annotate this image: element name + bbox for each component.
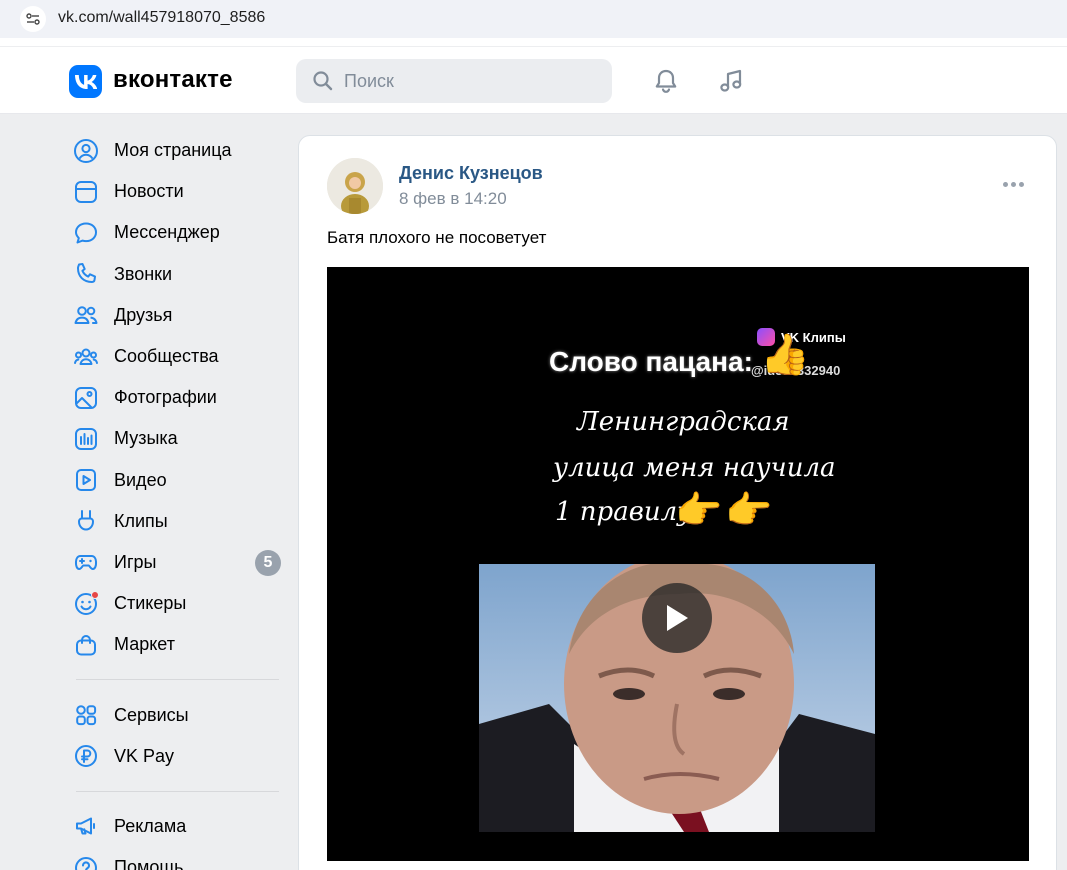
post-date[interactable]: 8 фев в 14:20 xyxy=(399,189,507,209)
search-box[interactable] xyxy=(296,59,612,103)
address-pill[interactable]: vk.com/wall457918070_8586 xyxy=(0,0,1067,38)
logo-text[interactable]: вконтакте xyxy=(113,66,233,94)
messenger-icon xyxy=(72,219,100,247)
profile-icon xyxy=(72,137,100,165)
games-icon xyxy=(72,548,100,576)
post-more-menu-icon[interactable] xyxy=(1003,182,1024,187)
sidebar-item-photos[interactable]: Фотографии xyxy=(70,377,285,418)
games-count-badge: 5 xyxy=(255,549,281,576)
sidebar-item-video[interactable]: Видео xyxy=(70,460,285,501)
sidebar-item-label: Звонки xyxy=(114,263,173,284)
phone-icon xyxy=(72,260,100,288)
sidebar-item-clips[interactable]: Клипы xyxy=(70,501,285,542)
sidebar-item-label: Друзья xyxy=(114,304,173,325)
sidebar-item-label: Мессенджер xyxy=(114,222,220,243)
address-url[interactable]: vk.com/wall457918070_8586 xyxy=(58,9,265,27)
notifications-bell-icon[interactable] xyxy=(650,65,682,97)
sidebar-item-calls[interactable]: Звонки xyxy=(70,254,285,295)
browser-address-bar: vk.com/wall457918070_8586 xyxy=(0,0,1067,46)
sidebar-item-label: Маркет xyxy=(114,634,175,655)
pointing-hand-icon: 👉 xyxy=(675,490,723,532)
sidebar-divider xyxy=(76,790,279,792)
sidebar-item-label: Реклама xyxy=(114,815,187,836)
communities-icon xyxy=(72,343,100,371)
video-headline: Слово пацана: xyxy=(549,346,753,377)
friends-icon xyxy=(72,301,100,329)
sidebar-item-news[interactable]: Новости xyxy=(70,171,285,212)
play-button-icon[interactable] xyxy=(642,583,712,653)
services-icon xyxy=(72,701,100,729)
video-caption-line-1: Ленинградская xyxy=(577,407,790,437)
sidebar-item-label: Видео xyxy=(114,469,167,490)
sidebar-item-messenger[interactable]: Мессенджер xyxy=(70,212,285,253)
thumbs-up-emoji-icon: 👍 xyxy=(760,333,810,377)
search-icon xyxy=(312,70,334,97)
sidebar-item-vk-pay[interactable]: VK Pay xyxy=(70,736,285,777)
left-sidebar: Моя страница Новости Мессенджер Звонки Д… xyxy=(70,130,285,870)
video-caption-line-2: улица меня научила xyxy=(553,453,836,483)
video-caption-line-3: 1 правилу xyxy=(555,497,693,527)
sidebar-item-music[interactable]: Музыка xyxy=(70,418,285,459)
ads-icon xyxy=(72,812,100,840)
music-note-icon[interactable] xyxy=(715,65,747,97)
sidebar-item-label: Новости xyxy=(114,181,184,202)
video-icon xyxy=(72,466,100,494)
sidebar-item-label: Игры xyxy=(114,551,157,572)
help-icon xyxy=(72,854,100,870)
clips-icon xyxy=(72,507,100,535)
sidebar-item-label: Сообщества xyxy=(114,346,219,367)
sidebar-item-market[interactable]: Маркет xyxy=(70,624,285,665)
vkpay-icon xyxy=(72,742,100,770)
author-avatar[interactable] xyxy=(327,158,383,214)
search-input[interactable] xyxy=(344,59,594,103)
sidebar-item-label: Помощь xyxy=(114,857,184,870)
sidebar-item-stickers[interactable]: Стикеры xyxy=(70,583,285,624)
stickers-icon xyxy=(72,590,100,618)
sidebar-divider xyxy=(76,679,279,681)
sidebar-item-label: Стикеры xyxy=(114,593,187,614)
sidebar-item-label: Клипы xyxy=(114,510,168,531)
vk-header: вконтакте xyxy=(0,47,1067,114)
sidebar-item-label: Моя страница xyxy=(114,140,232,161)
sidebar-item-label: Фотографии xyxy=(114,387,217,408)
sidebar-item-friends[interactable]: Друзья xyxy=(70,295,285,336)
sidebar-item-label: VK Pay xyxy=(114,745,175,766)
sidebar-item-my-page[interactable]: Моя страница xyxy=(70,130,285,171)
music-icon xyxy=(72,425,100,453)
post-author-name[interactable]: Денис Кузнецов xyxy=(399,163,543,184)
sidebar-item-label: Сервисы xyxy=(114,704,189,725)
market-icon xyxy=(72,631,100,659)
post-text: Батя плохого не посоветует xyxy=(327,228,547,247)
sidebar-item-label: Музыка xyxy=(114,428,178,449)
site-settings-icon[interactable] xyxy=(20,6,46,32)
sidebar-item-services[interactable]: Сервисы xyxy=(70,694,285,735)
vk-logo-icon[interactable] xyxy=(69,65,102,98)
sidebar-item-communities[interactable]: Сообщества xyxy=(70,336,285,377)
pointing-hand-icon: 👉 xyxy=(725,490,773,532)
sidebar-item-help[interactable]: Помощь xyxy=(70,847,285,870)
news-icon xyxy=(72,178,100,206)
sidebar-item-ads[interactable]: Реклама xyxy=(70,806,285,847)
video-player[interactable]: VK Клипы @id375332940 Слово пацана: 👍 Ле… xyxy=(327,267,1029,861)
photos-icon xyxy=(72,384,100,412)
sidebar-item-games[interactable]: Игры 5 xyxy=(70,542,285,583)
new-stickers-dot xyxy=(91,590,99,599)
post-card: Денис Кузнецов 8 фев в 14:20 Батя плохог… xyxy=(298,135,1057,870)
